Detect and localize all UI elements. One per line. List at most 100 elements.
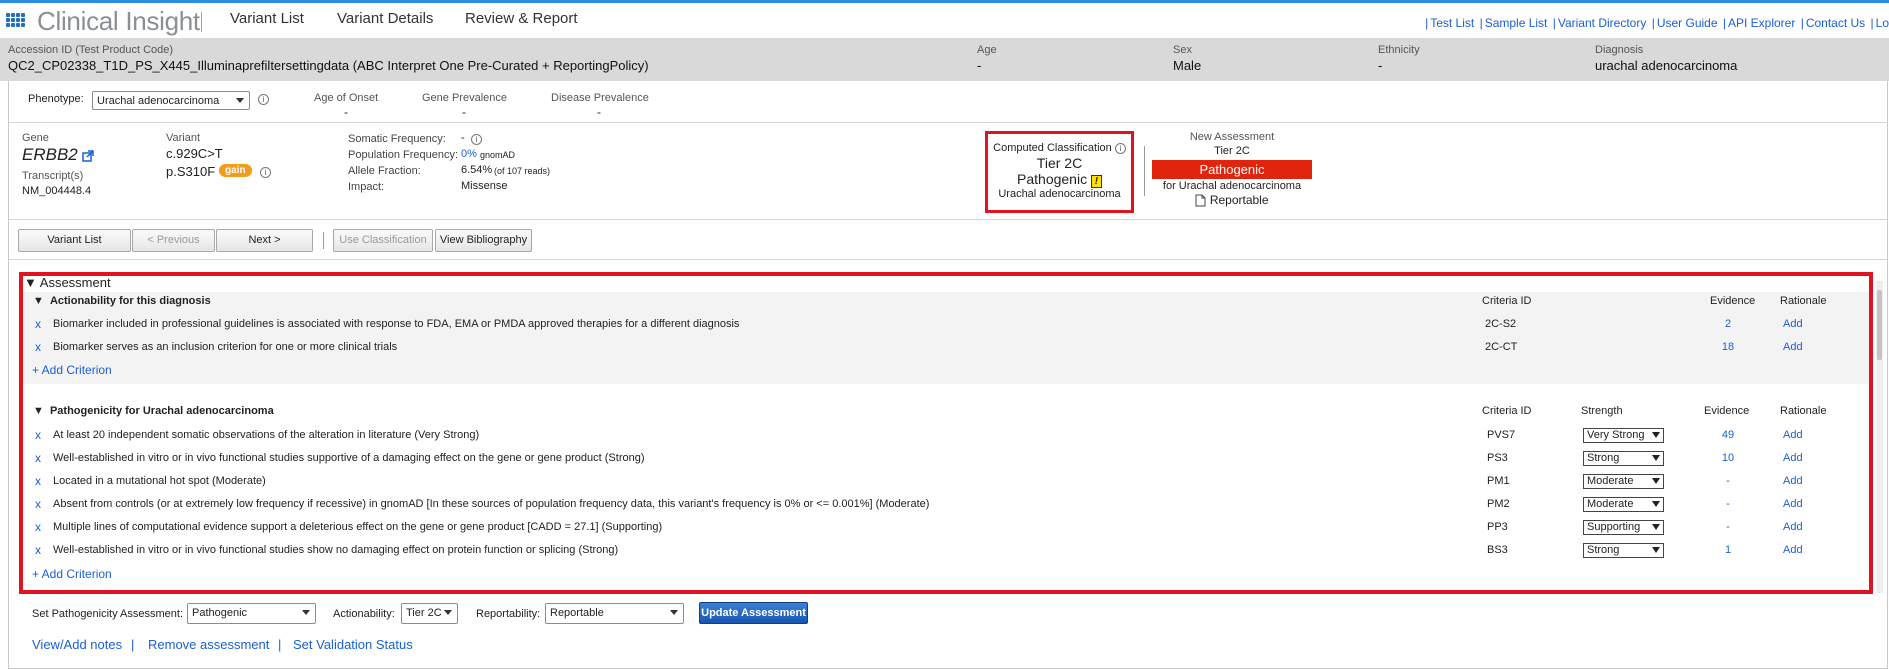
scrollbar-thumb[interactable] — [1877, 290, 1882, 360]
computed-pathogenicity: Pathogenic — [1017, 171, 1088, 187]
update-assessment-button[interactable]: Update Assessment — [699, 602, 808, 624]
population-frequency-source: gnomAD — [480, 150, 516, 160]
pathogenicity-title: Pathogenicity for Urachal adenocarcinoma — [49, 405, 274, 417]
phenotype-select[interactable]: Urachal adenocarcinoma — [92, 91, 250, 110]
remove-criterion-icon[interactable]: x — [35, 428, 41, 442]
remove-criterion-icon[interactable]: x — [35, 520, 41, 534]
computed-title: Computed Classification — [993, 142, 1112, 154]
disease-prevalence-value: - — [597, 105, 601, 119]
strength-select[interactable]: Strong — [1583, 451, 1664, 466]
transcript-value: NM_004448.4 — [22, 185, 92, 197]
impact-value: Missense — [461, 180, 508, 192]
criterion-text: Biomarker serves as an inclusion criteri… — [53, 341, 398, 353]
strength-value: Supporting — [1587, 521, 1641, 533]
remove-assessment-link[interactable]: Remove assessment — [148, 637, 269, 652]
evidence-count: - — [1726, 475, 1730, 487]
next-button[interactable]: Next > — [216, 229, 313, 252]
previous-button[interactable]: < Previous — [132, 229, 215, 252]
pathogenicity-rationale-header: Rationale — [1780, 405, 1827, 417]
strength-select[interactable]: Supporting — [1583, 520, 1664, 535]
link-user-guide[interactable]: User Guide — [1657, 16, 1718, 30]
variant-label: Variant — [166, 132, 201, 144]
phenotype-info-icon[interactable]: i — [258, 94, 269, 105]
add-rationale-link[interactable]: Add — [1783, 544, 1803, 556]
link-contact-us[interactable]: Contact Us — [1806, 16, 1865, 30]
report-document-icon — [1195, 194, 1206, 207]
criterion-id: PVS7 — [1487, 429, 1516, 441]
gene-symbol: ERBB2 — [22, 145, 78, 164]
link-api-explorer[interactable]: API Explorer — [1728, 16, 1795, 30]
somatic-info-icon[interactable]: i — [471, 134, 482, 145]
population-frequency-link[interactable]: 0% — [461, 148, 477, 160]
add-rationale-link[interactable]: Add — [1783, 475, 1803, 487]
remove-criterion-icon[interactable]: x — [35, 451, 41, 465]
criterion-text: Absent from controls (or at extremely lo… — [53, 498, 930, 510]
collapse-triangle-icon: ▼ — [24, 275, 37, 290]
criterion-id: PP3 — [1487, 521, 1508, 533]
variant-info-icon[interactable]: i — [260, 167, 271, 178]
chevron-down-icon — [302, 610, 310, 615]
criterion-id: 2C-CT — [1485, 341, 1518, 353]
logo-divider — [201, 12, 202, 32]
tab-variant-list[interactable]: Variant List — [230, 10, 304, 27]
strength-select[interactable]: Strong — [1583, 543, 1664, 558]
evidence-count: - — [1726, 521, 1730, 533]
add-criterion-link[interactable]: + Add Criterion — [32, 363, 112, 377]
strength-select[interactable]: Moderate — [1583, 497, 1664, 512]
age-label: Age — [977, 44, 997, 56]
external-link-icon[interactable] — [82, 149, 95, 162]
gene-label: Gene — [22, 132, 49, 144]
strength-select[interactable]: Moderate — [1583, 474, 1664, 489]
add-rationale-link[interactable]: Add — [1783, 452, 1803, 464]
add-rationale-link[interactable]: Add — [1783, 318, 1803, 330]
assessment-divider — [1144, 146, 1145, 196]
view-add-notes-link[interactable]: View/Add notes — [32, 637, 122, 652]
assessment-header[interactable]: ▼ Assessment — [24, 275, 111, 290]
actionability-select[interactable]: Tier 2C — [401, 603, 458, 624]
remove-criterion-icon[interactable]: x — [35, 317, 41, 331]
link-test-list[interactable]: Test List — [1430, 16, 1474, 30]
utility-links: | Test List | Sample List | Variant Directo… — [1425, 16, 1889, 30]
view-bibliography-button[interactable]: View Bibliography — [435, 229, 532, 252]
remove-criterion-icon[interactable]: x — [35, 497, 41, 511]
add-criterion-link[interactable]: + Add Criterion — [32, 567, 112, 581]
remove-criterion-icon[interactable]: x — [35, 543, 41, 557]
remove-criterion-icon[interactable]: x — [35, 474, 41, 488]
accession-label: Accession ID (Test Product Code) — [8, 44, 174, 56]
pathogenicity-select[interactable]: Pathogenic — [187, 603, 316, 624]
evidence-count-link[interactable]: 18 — [1713, 341, 1743, 353]
link-variant-directory[interactable]: Variant Directory — [1558, 16, 1646, 30]
add-rationale-link[interactable]: Add — [1783, 429, 1803, 441]
evidence-count-link[interactable]: 2 — [1713, 318, 1743, 330]
evidence-count-link[interactable]: 10 — [1713, 452, 1743, 464]
sex-label: Sex — [1173, 44, 1192, 56]
variant-list-button[interactable]: Variant List — [18, 229, 131, 252]
app-logo[interactable]: Clinical Insight — [6, 6, 200, 36]
strength-value: Strong — [1587, 544, 1620, 556]
tab-variant-details[interactable]: Variant Details — [337, 10, 433, 27]
pathogenicity-header[interactable]: ▼ Pathogenicity for Urachal adenocarcino… — [33, 405, 274, 417]
computed-info-icon[interactable]: i — [1114, 142, 1126, 154]
use-classification-button[interactable]: Use Classification — [333, 229, 433, 252]
link-logout[interactable]: Lo — [1876, 16, 1889, 30]
link-sample-list[interactable]: Sample List — [1485, 16, 1548, 30]
computed-tier: Tier 2C — [1036, 155, 1083, 171]
set-validation-status-link[interactable]: Set Validation Status — [293, 637, 413, 652]
chevron-down-icon — [1652, 524, 1660, 530]
reportability-select[interactable]: Reportable — [545, 603, 684, 624]
tab-review-report[interactable]: Review & Report — [465, 10, 578, 27]
pathogenicity-select-value: Pathogenic — [192, 607, 248, 619]
actionability-header[interactable]: ▼ Actionability for this diagnosis — [33, 295, 211, 307]
evidence-count-link[interactable]: 49 — [1713, 429, 1743, 441]
add-rationale-link[interactable]: Add — [1783, 521, 1803, 533]
reportability-select-value: Reportable — [550, 607, 604, 619]
evidence-count-link[interactable]: 1 — [1713, 544, 1743, 556]
chevron-down-icon — [444, 610, 452, 615]
add-rationale-link[interactable]: Add — [1783, 498, 1803, 510]
criterion-id: BS3 — [1487, 544, 1508, 556]
add-rationale-link[interactable]: Add — [1783, 341, 1803, 353]
strength-select[interactable]: Very Strong — [1583, 428, 1664, 443]
link-separator: | — [131, 637, 135, 652]
remove-criterion-icon[interactable]: x — [35, 340, 41, 354]
strength-value: Moderate — [1587, 498, 1634, 510]
